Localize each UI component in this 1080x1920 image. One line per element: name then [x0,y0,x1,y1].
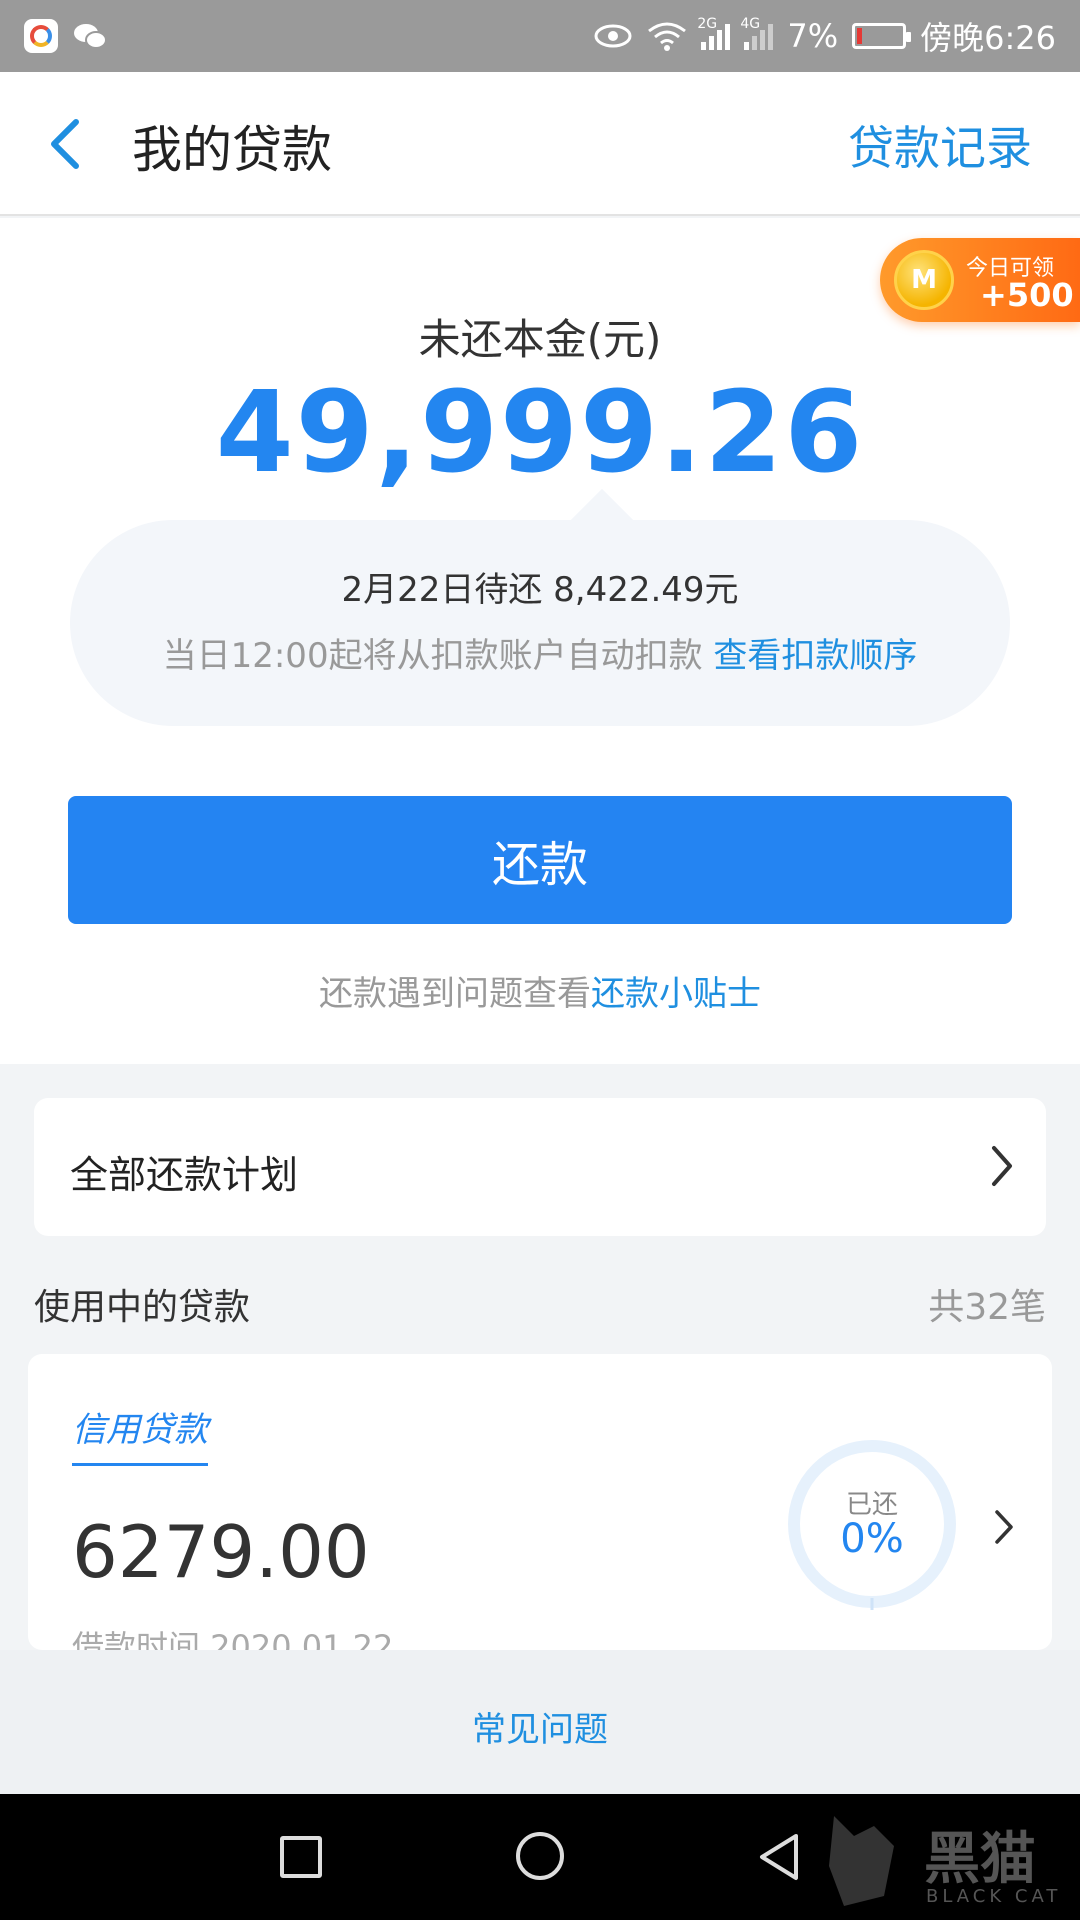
loan-records-link[interactable]: 贷款记录 [848,112,1032,178]
loan-amount: 6279.00 [72,1510,370,1594]
back-chevron-icon[interactable] [46,118,86,170]
repay-tips-link[interactable]: 还款小贴士 [591,974,761,1014]
loan-card[interactable]: 信用贷款 6279.00 借款时间 2020.01.22 已还 0% [28,1354,1052,1650]
principal-amount: 49,999.26 [215,368,865,498]
principal-label: 未还本金(元) [418,315,662,364]
tips-prefix: 还款遇到问题查看 [319,974,591,1014]
home-button[interactable] [516,1832,564,1880]
all-repayment-plan-row[interactable]: 全部还款计划 [34,1098,1046,1236]
app-header: 我的贷款 贷款记录 [0,72,1080,216]
black-cat-icon [829,1816,894,1906]
back-button[interactable] [756,1832,804,1882]
watermark-logo: 黑猫 BLACK CAT [814,1806,1076,1916]
status-time: 傍晚6:26 [920,19,1056,57]
wechat-icon [74,24,107,49]
eye-icon [594,24,632,48]
faq-link[interactable]: 常见问题 [0,1702,1080,1751]
watermark-sub: BLACK CAT [926,1886,1062,1907]
wifi-icon [648,22,687,51]
due-notice: 2月22日待还 8,422.49元 当日12:00起将从扣款账户自动扣款 查看扣… [70,520,1010,726]
app-notification-icon [24,19,58,53]
page-title: 我的贷款 [132,121,332,179]
due-line: 2月22日待还 8,422.49元 [341,570,739,610]
loan-time: 借款时间 2020.01.22 [72,1628,394,1650]
recents-button[interactable] [280,1836,322,1878]
battery-icon [852,23,912,49]
system-nav-bar: 黑猫 BLACK CAT [0,1794,1080,1920]
repay-tips: 还款遇到问题查看还款小贴士 [0,966,1080,1015]
repaid-value: 0% [840,1516,904,1562]
status-bar: 2G 4G 7% 傍晚6:26 [0,0,1080,72]
auto-debit-text: 当日12:00起将从扣款账户自动扣款 [162,636,703,676]
signal-2g-icon: 2G [697,16,731,50]
active-loans-count: 共32笔 [928,1287,1046,1328]
auto-debit-line: 当日12:00起将从扣款账户自动扣款 查看扣款顺序 [70,628,1010,677]
watermark-text: 黑猫 [924,1827,1036,1892]
active-loans-heading: 使用中的贷款 [34,1287,251,1328]
plan-label: 全部还款计划 [70,1153,299,1197]
signal-4g-icon: 4G [740,16,774,50]
chevron-right-icon [992,1146,1012,1186]
coin-icon: M [894,250,954,310]
repay-button[interactable]: 还款 [68,796,1012,924]
battery-percent: 7% [787,17,839,55]
debit-order-link[interactable]: 查看扣款顺序 [713,636,917,676]
chevron-right-icon [995,1510,1013,1544]
loan-type: 信用贷款 [72,1402,208,1466]
faq-bar: 常见问题 [0,1650,1080,1794]
